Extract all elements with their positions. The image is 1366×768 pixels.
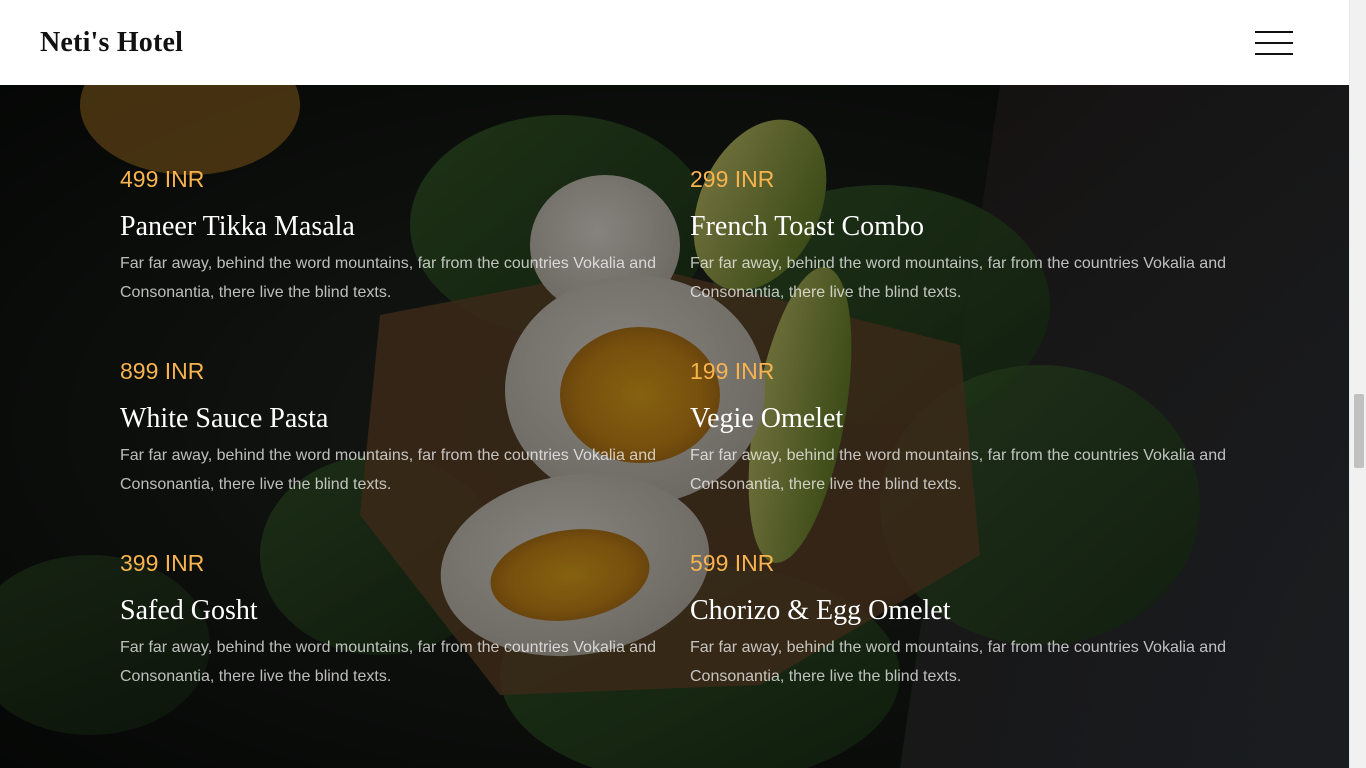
menu-item: 299 INR French Toast Combo Far far away,… bbox=[690, 163, 1250, 355]
menu-item: 599 INR Chorizo & Egg Omelet Far far awa… bbox=[690, 547, 1250, 739]
item-name: French Toast Combo bbox=[690, 211, 924, 242]
item-price: 299 INR bbox=[690, 166, 775, 192]
menu-item: 399 INR Safed Gosht Far far away, behind… bbox=[120, 547, 690, 739]
menu-grid: 499 INR Paneer Tikka Masala Far far away… bbox=[120, 163, 1250, 739]
menu-bar bbox=[1255, 41, 1293, 44]
menu-item: 499 INR Paneer Tikka Masala Far far away… bbox=[120, 163, 690, 355]
item-description: Far far away, behind the word mountains,… bbox=[690, 447, 1226, 493]
item-price: 899 INR bbox=[120, 358, 205, 384]
menu-bar bbox=[1255, 52, 1293, 55]
menu-item: 199 INR Vegie Omelet Far far away, behin… bbox=[690, 355, 1250, 547]
item-description: Far far away, behind the word mountains,… bbox=[690, 639, 1226, 685]
item-price: 199 INR bbox=[690, 358, 775, 384]
item-price: 499 INR bbox=[120, 166, 205, 192]
item-price: 399 INR bbox=[120, 550, 205, 576]
item-description: Far far away, behind the word mountains,… bbox=[120, 447, 656, 493]
item-name: Safed Gosht bbox=[120, 595, 258, 626]
item-name: White Sauce Pasta bbox=[120, 403, 329, 434]
menu-section: 499 INR Paneer Tikka Masala Far far away… bbox=[0, 85, 1349, 768]
item-description: Far far away, behind the word mountains,… bbox=[690, 255, 1226, 301]
page-scrollbar[interactable] bbox=[1349, 0, 1366, 768]
hamburger-menu-icon[interactable] bbox=[1255, 30, 1293, 55]
brand-logo[interactable]: Neti's Hotel bbox=[40, 27, 183, 59]
item-description: Far far away, behind the word mountains,… bbox=[120, 639, 656, 685]
item-name: Paneer Tikka Masala bbox=[120, 211, 355, 242]
menu-item: 899 INR White Sauce Pasta Far far away, … bbox=[120, 355, 690, 547]
item-name: Vegie Omelet bbox=[690, 403, 844, 434]
scrollbar-thumb[interactable] bbox=[1354, 394, 1364, 468]
item-name: Chorizo & Egg Omelet bbox=[690, 595, 951, 626]
site-header: Neti's Hotel bbox=[0, 0, 1349, 85]
menu-bar bbox=[1255, 30, 1293, 33]
item-price: 599 INR bbox=[690, 550, 775, 576]
item-description: Far far away, behind the word mountains,… bbox=[120, 255, 656, 301]
